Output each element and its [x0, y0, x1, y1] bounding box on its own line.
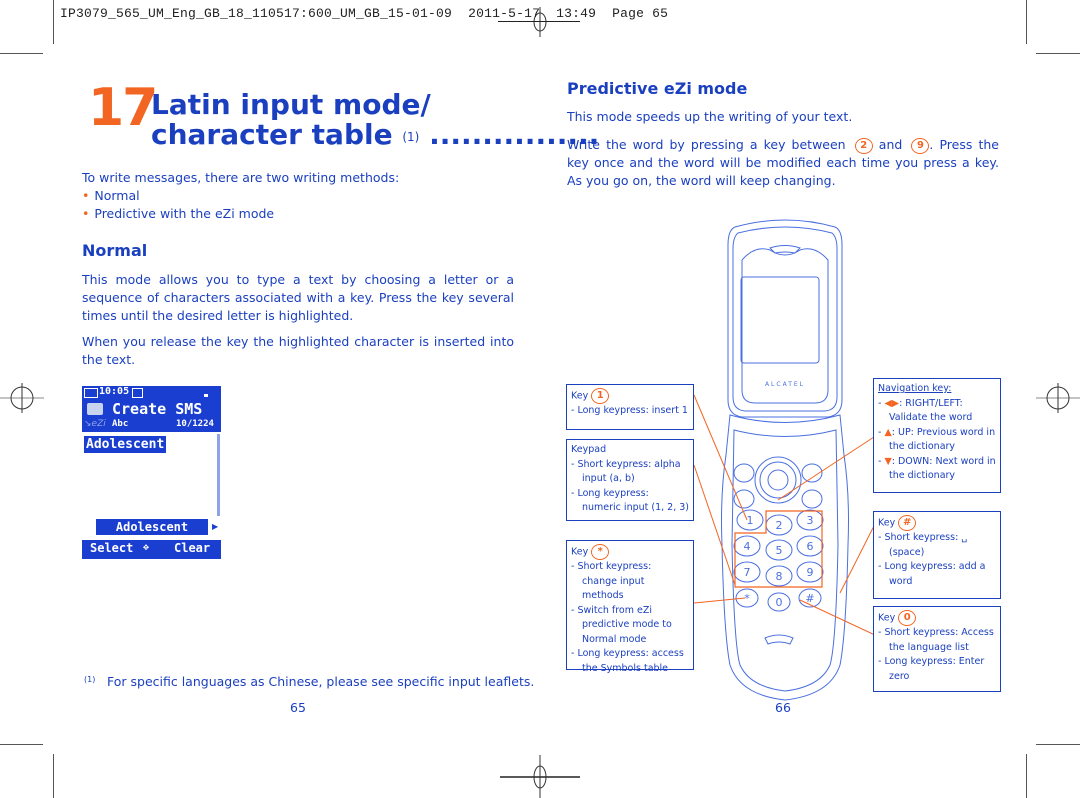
crop-mark [1036, 744, 1080, 745]
key-0-icon: 0 [898, 610, 917, 626]
screen-title: Create SMS [112, 400, 203, 418]
battery-icon [84, 388, 98, 398]
method-item: • Normal [82, 188, 140, 203]
crop-mark [1026, 0, 1027, 44]
predictive-para2: Write the word by pressing a key between… [567, 137, 999, 188]
footnote-ref: (1) [402, 130, 420, 144]
chapter-title: Latin input mode/ character table (1) ..… [151, 90, 599, 150]
callout-navigation: Navigation key: - ◀▶: RIGHT/LEFT: Valida… [873, 378, 1001, 493]
print-header: IP3079_565_UM_Eng_GB_18_110517:600_UM_GB… [60, 6, 669, 21]
key-2-icon: 2 [854, 137, 873, 154]
registration-mark [0, 383, 44, 413]
method-item: • Predictive with the eZi mode [82, 206, 275, 221]
header-rule [498, 21, 580, 22]
clock: 10:05 [99, 386, 130, 397]
envelope-icon [87, 403, 103, 415]
crop-mark [0, 744, 43, 745]
registration-mark [1036, 383, 1080, 413]
bullet-icon: • [82, 188, 90, 203]
predictive-heading: Predictive eZi mode [567, 79, 748, 98]
intro-block: To write messages, there are two writing… [82, 169, 514, 223]
input-mode: Abc [112, 419, 129, 429]
softkey-bar: Select ✥ Clear [82, 540, 221, 559]
candidate-word: Adolescent [96, 519, 208, 535]
crop-mark [53, 0, 54, 44]
chapter-number: 17 [88, 78, 158, 138]
footnote-marker: (1) [84, 675, 96, 684]
registration-mark [500, 755, 580, 798]
typed-word: Adolescent [84, 436, 167, 453]
callout-keypad: Keypad - Short keypress: alpha input (a,… [566, 439, 694, 521]
normal-heading: Normal [82, 241, 148, 260]
footnote-text: For specific languages as Chinese, pleas… [107, 674, 535, 689]
scrollbar [217, 434, 220, 516]
screen-header: 10:05 Create SMS ↘eZi Abc 10/1224 [82, 386, 221, 432]
callout-key-hash: Key # - Short keypress: ␣ (space) - Long … [873, 511, 1001, 599]
predictive-para1: This mode speeds up the writing of your … [567, 109, 853, 124]
normal-para1: This mode allows you to type a text by c… [82, 272, 514, 323]
crop-mark [1026, 754, 1027, 798]
crop-mark [53, 754, 54, 798]
key-9-icon: 9 [911, 137, 930, 154]
up-arrow-icon: ▲ [884, 426, 892, 438]
callout-key-star: Key * - Short keypress: change input meth… [566, 540, 694, 674]
key-1-icon: 1 [591, 388, 610, 404]
phone-screen: 10:05 Create SMS ↘eZi Abc 10/1224 Adoles… [82, 386, 221, 559]
ezi-icon: ↘eZi [84, 419, 106, 429]
key-hash-icon: # [898, 515, 917, 531]
callout-key0: Key 0 - Short keypress: Access the langua… [873, 606, 1001, 692]
bullet-icon: • [82, 206, 90, 221]
nav-icon: ✥ [143, 542, 150, 553]
candidate-arrow-icon: ▶ [212, 522, 219, 531]
normal-para2: When you release the key the highlighted… [82, 334, 514, 367]
page-number-right: 66 [775, 700, 791, 715]
page-number-left: 65 [290, 700, 306, 715]
softkey-select: Select [90, 541, 134, 555]
left-right-arrow-icon: ◀▶ [884, 397, 900, 409]
message-status-icon [132, 388, 143, 398]
chapter-title-line2: character table (1) ................ [151, 118, 600, 151]
char-counter: 10/1224 [176, 419, 214, 429]
softkey-clear: Clear [174, 541, 211, 555]
crop-mark [0, 53, 43, 54]
chapter-title-line1: Latin input mode/ [151, 88, 431, 121]
crop-mark [1036, 53, 1080, 54]
key-star-icon: * [591, 544, 610, 560]
signal-icon [204, 394, 208, 397]
down-arrow-icon: ▼ [884, 455, 892, 467]
intro-text: To write messages, there are two writing… [82, 170, 400, 185]
callout-key1: Key 1 - Long keypress: insert 1 [566, 384, 694, 430]
